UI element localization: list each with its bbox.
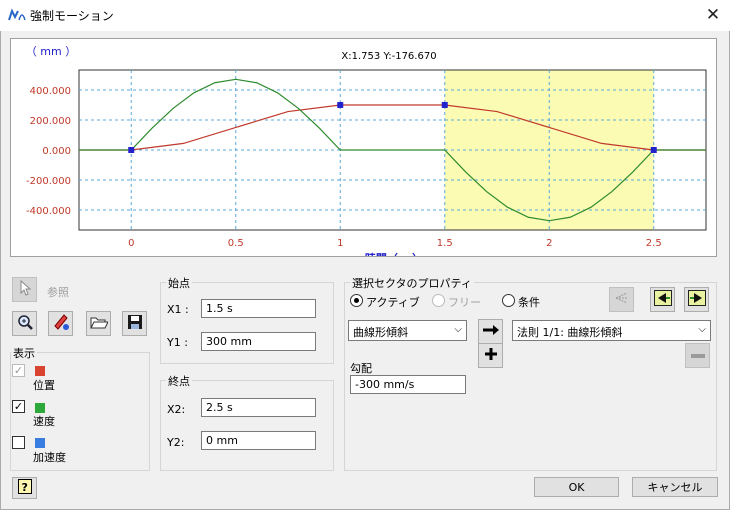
acceleration-label: 加速度 (33, 451, 66, 464)
minus-icon (690, 349, 705, 362)
x-tick-label: 1.5 (437, 238, 453, 249)
rule-value: 法則 1/1: 曲線形傾斜 (517, 326, 623, 339)
plus-icon (484, 347, 498, 364)
zoom-button[interactable] (12, 311, 37, 336)
motion-chart[interactable]: 0 0.5 1 1.5 2 2.5 400.000 200.000 0.000 -200.000 -… (10, 38, 717, 257)
free-radio[interactable] (432, 294, 445, 307)
help-button[interactable]: ? (12, 477, 37, 499)
curve-type-select[interactable]: 曲線形傾斜 ⌵ (348, 320, 467, 341)
sector-properties-title: 選択セクタのプロパティ (350, 275, 474, 291)
velocity-label: 速度 (33, 415, 55, 428)
y-unit-label: （ mm ） (26, 45, 76, 58)
arrow-right-icon (482, 324, 500, 339)
save-button[interactable] (122, 311, 147, 336)
next-sector-button[interactable] (684, 287, 709, 312)
add-rule-button[interactable] (478, 343, 503, 368)
magnifier-icon (17, 314, 33, 333)
acceleration-checkbox[interactable] (12, 436, 25, 449)
y1-input[interactable]: 300 mm (201, 332, 316, 351)
velocity-color-swatch (35, 403, 45, 413)
window-title: 強制モーション (30, 9, 114, 23)
free-radio-label: フリー (448, 296, 481, 309)
help-icon: ? (17, 479, 32, 497)
slope-label: 勾配 (350, 362, 372, 375)
close-button[interactable]: ✕ (700, 3, 726, 27)
slope-input[interactable]: -300 mm/s (350, 375, 466, 394)
position-label: 位置 (33, 379, 55, 392)
x-tick-label: 2.5 (646, 238, 662, 249)
previous-sector-icon (653, 290, 672, 309)
y2-input[interactable]: 0 mm (201, 431, 316, 450)
branch-icon (614, 291, 630, 308)
edit-curve-button[interactable] (48, 311, 73, 336)
end-point-title: 終点 (166, 373, 192, 389)
velocity-checkbox[interactable]: ✓ (12, 400, 25, 413)
remove-rule-button[interactable] (685, 343, 710, 368)
reference-label: 参照 (47, 286, 69, 299)
control-point-marker (441, 101, 448, 108)
display-group (10, 352, 150, 471)
open-button[interactable] (86, 311, 111, 336)
x-tick-label: 1 (337, 238, 343, 249)
x-tick-label: 2 (546, 238, 552, 249)
folder-open-icon (89, 315, 109, 333)
ok-button[interactable]: OK (534, 477, 619, 497)
rule-select[interactable]: 法則 1/1: 曲線形傾斜 ⌵ (512, 320, 711, 341)
position-checkbox[interactable]: ✓ (12, 364, 25, 377)
x-tick-label: 0 (128, 238, 134, 249)
svg-text:?: ? (21, 481, 27, 494)
select-arrow-button[interactable] (12, 277, 37, 302)
y2-label: Y2: (167, 436, 185, 449)
y-tick-label: -400.000 (26, 206, 71, 217)
y-tick-label: 0.000 (42, 146, 71, 157)
end-point-group (160, 380, 334, 471)
chevron-down-icon: ⌵ (454, 324, 462, 335)
x-tick-label: 0.5 (228, 238, 244, 249)
x1-label: X1 : (167, 303, 189, 316)
cursor-arrow-icon (18, 279, 32, 299)
x-axis-label: 時間（ s ） (365, 251, 423, 256)
next-sector-icon (687, 290, 706, 309)
y-tick-label: -200.000 (26, 176, 71, 187)
condition-radio[interactable] (502, 294, 515, 307)
start-point-group (160, 282, 334, 364)
y-tick-label: 200.000 (30, 116, 71, 127)
floppy-disk-icon (127, 314, 143, 333)
chart-canvas[interactable]: 0 0.5 1 1.5 2 2.5 400.000 200.000 0.000 -200.000 -… (11, 39, 716, 256)
previous-sector-button[interactable] (650, 287, 675, 312)
active-radio-label: アクティブ (366, 296, 420, 309)
control-point-marker (650, 147, 657, 153)
y1-label: Y1 : (167, 336, 188, 349)
x2-label: X2: (167, 403, 186, 416)
control-point-marker (337, 101, 344, 108)
branch-button[interactable] (609, 287, 634, 312)
cursor-readout: X:1.753 Y:-176.670 (341, 51, 436, 62)
x2-input[interactable]: 2.5 s (201, 398, 316, 417)
active-radio[interactable] (350, 294, 363, 307)
start-point-title: 始点 (166, 275, 192, 291)
y-tick-label: 400.000 (30, 86, 71, 97)
display-group-title: 表示 (11, 345, 37, 361)
position-color-swatch (35, 366, 45, 376)
condition-radio-label: 条件 (518, 296, 540, 309)
control-point-marker (128, 147, 135, 153)
apply-rule-button[interactable] (478, 319, 503, 344)
curve-type-value: 曲線形傾斜 (353, 326, 408, 339)
acceleration-color-swatch (35, 438, 45, 448)
pencil-icon (52, 313, 70, 334)
chevron-down-icon: ⌵ (698, 324, 706, 335)
x1-input[interactable]: 1.5 s (201, 299, 316, 318)
app-icon (8, 8, 26, 22)
cancel-button[interactable]: キャンセル (632, 477, 718, 497)
